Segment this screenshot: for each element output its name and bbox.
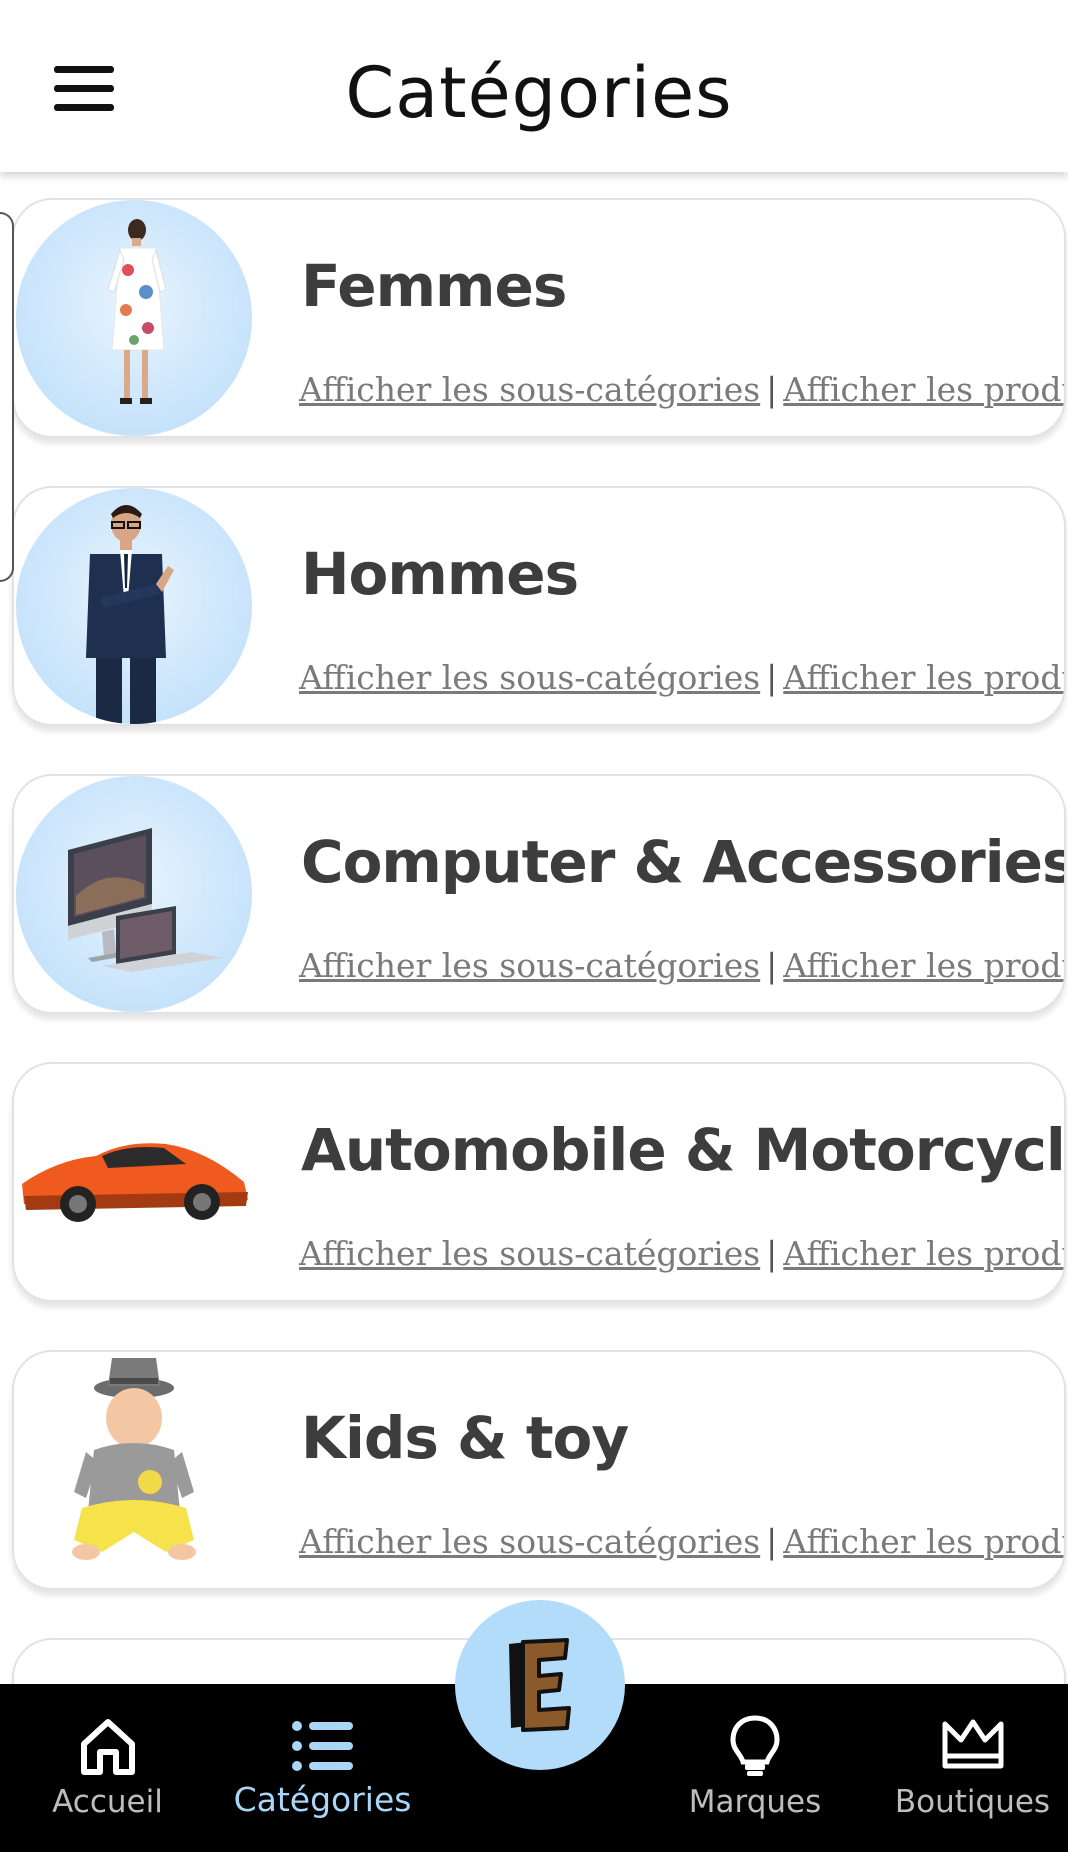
list-icon	[291, 1721, 353, 1771]
category-image-kids	[16, 1352, 252, 1588]
show-subcategories-link[interactable]: Afficher les sous-catégories	[299, 370, 760, 409]
show-subcategories-link[interactable]: Afficher les sous-catégories	[299, 946, 760, 985]
category-links: Afficher les sous-catégories | Afficher le…	[299, 946, 1064, 985]
category-title: Femmes	[301, 252, 567, 320]
nav-label: Boutiques	[894, 1784, 1051, 1820]
crown-icon	[942, 1719, 1003, 1769]
category-image-hommes	[16, 488, 252, 724]
link-separator: |	[766, 1522, 778, 1561]
link-separator: |	[766, 1234, 778, 1273]
category-image-computer	[16, 776, 252, 1012]
category-title: Automobile & Motorcycle	[301, 1116, 1066, 1184]
app-root: Catégories Femmes Afficher les sous-caté…	[0, 0, 1068, 1852]
top-app-bar: Catégories	[0, 0, 1068, 172]
category-image-automobile	[16, 1064, 252, 1300]
nav-label: Marques	[688, 1784, 822, 1820]
show-products-link[interactable]: Afficher les produits	[783, 946, 1064, 985]
nav-label: Accueil	[52, 1784, 163, 1820]
nav-item-categories[interactable]: Catégories	[230, 1684, 415, 1852]
show-products-link[interactable]: Afficher les produits	[783, 370, 1064, 409]
nav-item-accueil[interactable]: Accueil	[30, 1684, 185, 1852]
category-links: Afficher les sous-catégories | Afficher le…	[299, 1522, 1064, 1561]
category-image-femmes	[16, 200, 252, 436]
category-card-computer-accessories[interactable]: Computer & Accessories Afficher les sous…	[12, 774, 1066, 1014]
category-links: Afficher les sous-catégories | Afficher le…	[299, 370, 1064, 409]
nav-item-marques[interactable]: Marques	[680, 1684, 830, 1852]
category-card-kids-toy[interactable]: Kids & toy Afficher les sous-catégories |…	[12, 1350, 1066, 1590]
drawer-edge-handle[interactable]	[0, 212, 14, 582]
category-links: Afficher les sous-catégories | Afficher le…	[299, 1234, 1064, 1273]
category-card-hommes[interactable]: Hommes Afficher les sous-catégories | Affi…	[12, 486, 1066, 726]
link-separator: |	[766, 946, 778, 985]
show-products-link[interactable]: Afficher les produits	[783, 658, 1064, 697]
show-subcategories-link[interactable]: Afficher les sous-catégories	[299, 1522, 760, 1561]
home-icon	[80, 1719, 135, 1775]
category-card-automobile[interactable]: Automobile & Motorcycle Afficher les sou…	[12, 1062, 1066, 1302]
category-card-femmes[interactable]: Femmes Afficher les sous-catégories | Affi…	[12, 198, 1066, 438]
link-separator: |	[766, 370, 778, 409]
lightbulb-icon	[730, 1715, 780, 1776]
show-products-link[interactable]: Afficher les produits	[783, 1522, 1064, 1561]
page-title: Catégories	[345, 52, 733, 134]
show-subcategories-link[interactable]: Afficher les sous-catégories	[299, 1234, 760, 1273]
category-title: Kids & toy	[301, 1404, 629, 1472]
category-title: Computer & Accessories	[301, 828, 1066, 896]
category-title: Hommes	[301, 540, 579, 608]
nav-item-boutiques[interactable]: Boutiques	[885, 1684, 1060, 1852]
link-separator: |	[766, 658, 778, 697]
center-logo-button[interactable]	[455, 1600, 625, 1770]
show-subcategories-link[interactable]: Afficher les sous-catégories	[299, 658, 760, 697]
category-links: Afficher les sous-catégories | Afficher le…	[299, 658, 1064, 697]
logo-e-icon	[509, 1638, 571, 1732]
category-list[interactable]: Femmes Afficher les sous-catégories | Affi…	[0, 172, 1068, 1684]
nav-label: Catégories	[233, 1780, 412, 1819]
show-products-link[interactable]: Afficher les produits	[783, 1234, 1064, 1273]
